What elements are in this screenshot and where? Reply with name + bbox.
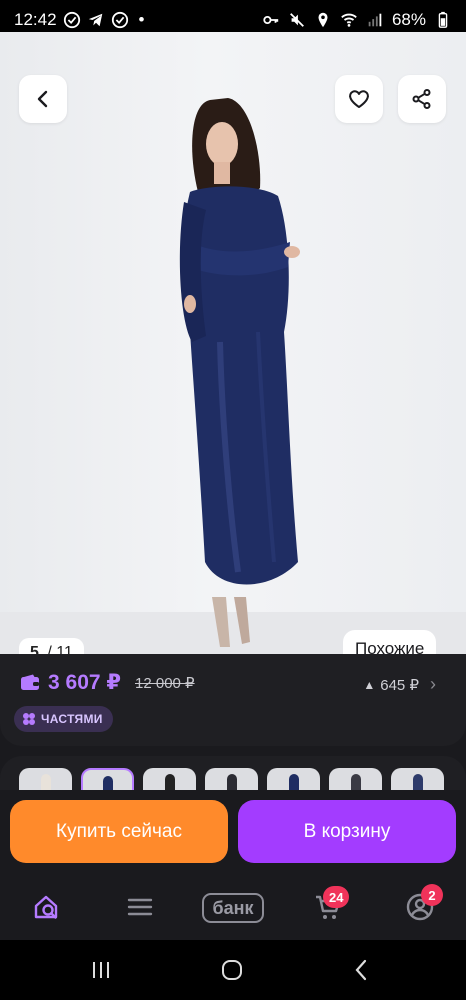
image-counter: 5 / 11 xyxy=(19,638,84,654)
mute-icon xyxy=(288,11,306,29)
old-price: 12 000 ₽ xyxy=(135,674,195,692)
bottom-navigation: банк 24 2 xyxy=(0,872,466,940)
battery-icon xyxy=(434,11,452,29)
bonus-value: 645 ₽ xyxy=(380,676,419,694)
status-time: 12:42 xyxy=(14,10,57,29)
heart-icon xyxy=(349,90,369,108)
key-icon xyxy=(262,11,280,29)
bonus-points[interactable]: ▲ 645 ₽ › xyxy=(363,674,436,695)
nav-home-search[interactable] xyxy=(27,890,67,924)
back-button[interactable] xyxy=(19,75,67,123)
installments-icon xyxy=(23,713,35,725)
wallet-icon xyxy=(21,674,39,690)
system-navigation-bar xyxy=(0,940,466,1000)
home-search-icon xyxy=(34,895,58,919)
share-icon xyxy=(412,89,431,109)
image-current-index: 5 xyxy=(30,644,39,654)
price-row: 3 607 ₽ 12 000 ₽ xyxy=(20,670,195,695)
telegram-icon xyxy=(87,11,105,29)
chevron-right-icon: › xyxy=(430,674,436,694)
add-to-cart-button[interactable]: В корзину xyxy=(238,800,456,863)
recent-apps-button[interactable] xyxy=(86,956,116,984)
home-circle-icon xyxy=(222,960,242,980)
price-card: 3 607 ₽ 12 000 ₽ ▲ 645 ₽ › ЧАСТЯМИ xyxy=(0,654,466,746)
home-button[interactable] xyxy=(217,956,247,984)
back-arrow-icon xyxy=(355,959,367,981)
menu-icon xyxy=(127,898,153,916)
nav-bank[interactable]: банк xyxy=(202,893,264,923)
chevron-left-icon xyxy=(37,90,48,108)
model-in-navy-dress xyxy=(179,98,300,647)
signal-icon xyxy=(366,11,384,29)
battery-percent: 68% xyxy=(391,10,426,29)
current-price: 3 607 ₽ xyxy=(48,671,121,694)
recent-apps-icon xyxy=(93,962,109,978)
cart-count-badge: 24 xyxy=(323,886,350,908)
check-circle-icon xyxy=(63,11,81,29)
profile-notification-badge: 2 xyxy=(421,884,443,906)
buy-now-button[interactable]: Купить сейчас xyxy=(10,800,228,863)
system-back-button[interactable] xyxy=(347,956,377,984)
similar-button[interactable]: Похожие xyxy=(343,630,437,654)
wifi-icon xyxy=(340,11,358,29)
product-image[interactable]: 5 / 11 Похожие xyxy=(0,32,466,654)
image-counter-separator: / xyxy=(42,644,57,654)
location-icon xyxy=(314,11,332,29)
action-bar: Купить сейчас В корзину xyxy=(0,790,466,872)
installments-badge[interactable]: ЧАСТЯМИ xyxy=(14,706,113,732)
check-circle-icon xyxy=(111,11,129,29)
image-total: 11 xyxy=(56,644,73,654)
favorite-button[interactable] xyxy=(335,75,383,123)
bonus-arrow-icon: ▲ xyxy=(363,677,376,692)
nav-catalog[interactable] xyxy=(120,890,160,924)
share-button[interactable] xyxy=(398,75,446,123)
installments-label: ЧАСТЯМИ xyxy=(41,712,103,726)
notification-dot: • xyxy=(138,10,145,29)
